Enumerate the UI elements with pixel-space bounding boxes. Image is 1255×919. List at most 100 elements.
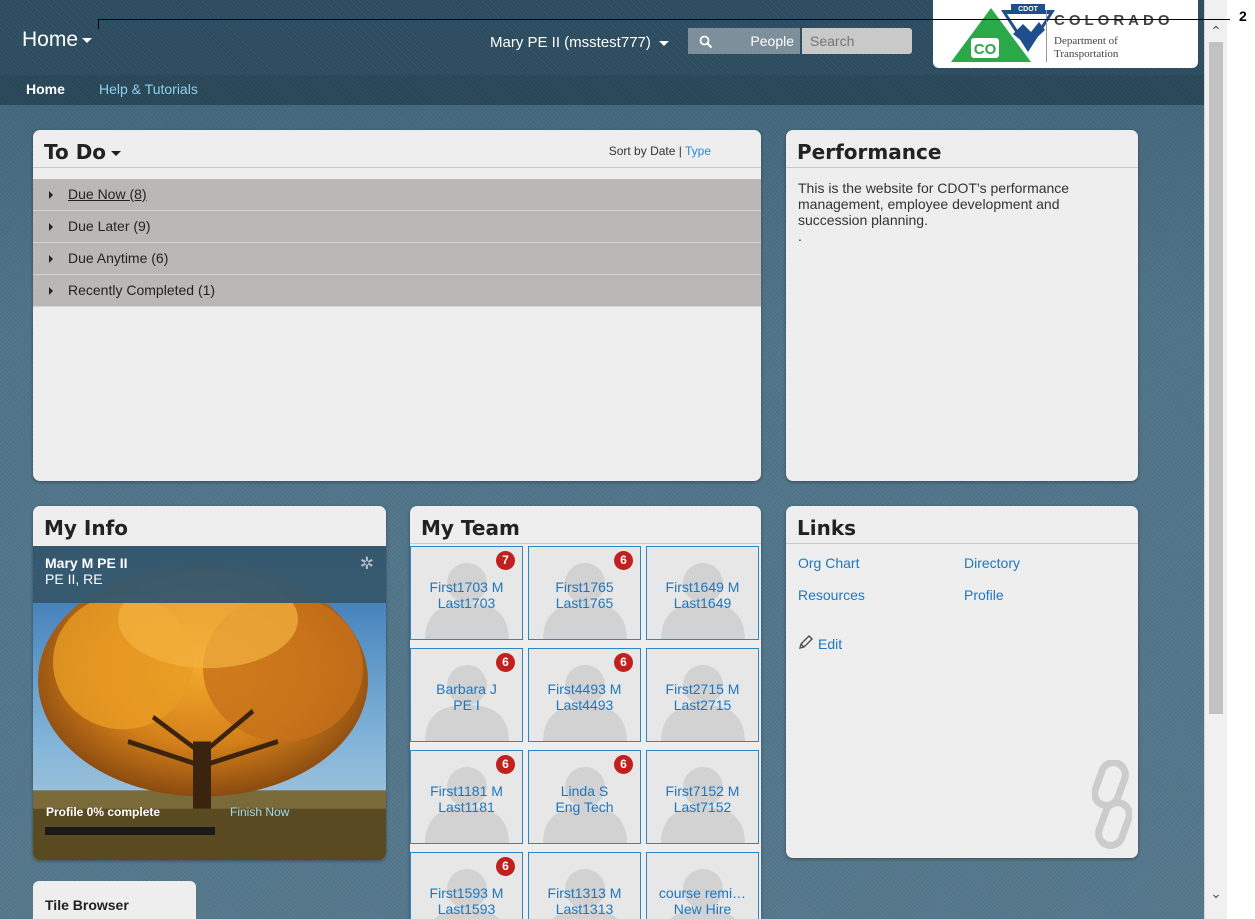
links-title: Links xyxy=(797,516,857,540)
search-button[interactable] xyxy=(688,28,724,54)
profile-name[interactable]: Mary M PE II xyxy=(45,555,127,571)
team-member-line1: course remi… xyxy=(658,885,747,901)
team-member-card[interactable]: First1765 Last1765 6 xyxy=(528,546,641,640)
team-member-line1: First1313 M xyxy=(547,885,622,901)
scroll-down-arrow-icon[interactable]: ⌄ xyxy=(1209,886,1223,900)
sort-by-type-link[interactable]: Type xyxy=(685,144,711,158)
vertical-scrollbar[interactable]: ⌃ ⌄ xyxy=(1204,0,1227,919)
my-info-tile: My Info Mary M PE II PE II, RE ✲ Profile… xyxy=(33,506,386,860)
team-member-name: First1593 M Last1593 xyxy=(411,885,522,917)
team-member-card[interactable]: First1703 M Last1703 7 xyxy=(410,546,523,640)
team-member-line2: Last1649 xyxy=(673,595,732,611)
logo-department: Department of Transportation xyxy=(1054,35,1118,61)
cdot-mountain-logo: CDOT CO xyxy=(951,4,1055,62)
performance-text: This is the website for CDOT's performan… xyxy=(798,180,1070,228)
todo-row-due-anytime[interactable]: Due Anytime (6) xyxy=(33,243,761,275)
notification-badge: 6 xyxy=(614,653,633,672)
team-member-name: First2715 M Last2715 xyxy=(647,681,758,713)
my-info-title: My Info xyxy=(44,516,129,540)
edit-links-button[interactable]: Edit xyxy=(818,636,842,652)
divider xyxy=(786,167,1138,168)
notification-badge: 6 xyxy=(496,755,515,774)
team-member-line2: Last4493 xyxy=(555,697,614,713)
todo-row-label: Due Anytime (6) xyxy=(68,250,169,266)
scroll-up-arrow-icon[interactable]: ⌃ xyxy=(1209,24,1223,38)
org-chart-link[interactable]: Org Chart xyxy=(798,555,859,571)
todo-row-due-later[interactable]: Due Later (9) xyxy=(33,211,761,243)
team-member-line2: Last7152 xyxy=(673,799,732,815)
team-member-card[interactable]: First1181 M Last1181 6 xyxy=(410,750,523,844)
team-member-card[interactable]: First1649 M Last1649 xyxy=(646,546,759,640)
team-member-card[interactable]: First1593 M Last1593 6 xyxy=(410,852,523,919)
caret-right-icon xyxy=(49,255,53,263)
team-member-line2: Last1765 xyxy=(555,595,614,611)
notification-badge: 6 xyxy=(496,857,515,876)
team-member-card[interactable]: First1313 M Last1313 xyxy=(528,852,641,919)
performance-extra: . xyxy=(798,228,802,244)
team-member-name: First1181 M Last1181 xyxy=(411,783,522,815)
team-member-card[interactable]: course remi… New Hire xyxy=(646,852,759,919)
todo-row-due-now[interactable]: Due Now (8) xyxy=(33,179,761,211)
team-member-name: First1649 M Last1649 xyxy=(647,579,758,611)
finish-now-link[interactable]: Finish Now xyxy=(230,805,289,819)
todo-row-label: Recently Completed (1) xyxy=(68,282,216,298)
team-member-name: First1313 M Last1313 xyxy=(529,885,640,917)
home-menu[interactable]: Home xyxy=(22,28,93,52)
team-member-line1: First1649 M xyxy=(665,579,740,595)
search-scope-selector[interactable]: People xyxy=(724,28,800,54)
team-member-name: Barbara J PE I xyxy=(411,681,522,713)
subnav-home-link[interactable]: Home xyxy=(26,81,65,97)
profile-completion-text: Profile 0% complete xyxy=(46,805,161,819)
pencil-icon xyxy=(798,634,814,650)
my-team-title: My Team xyxy=(421,516,520,540)
team-member-line2: Last1703 xyxy=(437,595,496,611)
team-member-line2: PE I xyxy=(453,697,480,713)
team-member-card[interactable]: First7152 M Last7152 xyxy=(646,750,759,844)
chevron-down-icon xyxy=(82,37,93,43)
chevron-down-icon xyxy=(111,151,122,156)
page-background: Home Mary PE II (msstest777) People CDOT… xyxy=(0,0,1204,919)
divider xyxy=(786,543,1138,544)
notification-badge: 6 xyxy=(496,653,515,672)
team-member-name: First1765 Last1765 xyxy=(529,579,640,611)
profile-progress-bar xyxy=(45,827,215,835)
subnav-help-link[interactable]: Help & Tutorials xyxy=(99,81,198,97)
team-member-name: course remi… New Hire xyxy=(647,885,758,917)
divider xyxy=(410,543,761,544)
team-member-line2: Eng Tech xyxy=(555,799,614,815)
search-input[interactable] xyxy=(802,28,912,54)
gear-icon[interactable]: ✲ xyxy=(360,554,374,574)
logo-divider xyxy=(1046,10,1047,62)
team-member-line2: Last1593 xyxy=(437,901,496,917)
user-menu[interactable]: Mary PE II (msstest777) xyxy=(490,34,670,51)
team-member-line1: First1181 M xyxy=(430,783,503,799)
team-member-card[interactable]: First4493 M Last4493 6 xyxy=(528,648,641,742)
logo-dept-line1: Department of xyxy=(1054,35,1118,47)
team-member-card[interactable]: First2715 M Last2715 xyxy=(646,648,759,742)
profile-link[interactable]: Profile xyxy=(964,587,1004,603)
team-member-line1: First1593 M xyxy=(429,885,504,901)
directory-link[interactable]: Directory xyxy=(964,555,1020,571)
team-member-card[interactable]: Barbara J PE I 6 xyxy=(410,648,523,742)
logo-badge-text: CDOT xyxy=(1018,6,1039,13)
todo-title[interactable]: To Do xyxy=(44,140,122,164)
logo-dept-line2: Transportation xyxy=(1054,48,1119,60)
caret-right-icon xyxy=(49,191,53,199)
todo-row-recently-completed[interactable]: Recently Completed (1) xyxy=(33,275,761,307)
team-member-line1: Barbara J xyxy=(436,681,497,697)
resources-link[interactable]: Resources xyxy=(798,587,865,603)
tile-browser-title: Tile Browser xyxy=(45,897,129,913)
scrollbar-thumb[interactable] xyxy=(1209,42,1223,714)
team-member-name: First4493 M Last4493 xyxy=(529,681,640,713)
tile-browser[interactable]: Tile Browser xyxy=(33,881,196,919)
caret-right-icon xyxy=(49,287,53,295)
team-member-line1: Linda S xyxy=(560,783,609,799)
team-member-line1: First2715 M xyxy=(665,681,740,697)
callout-tick xyxy=(98,19,99,29)
sort-by-date[interactable]: Sort by Date | xyxy=(609,144,685,158)
notification-badge: 6 xyxy=(614,551,633,570)
chevron-down-icon xyxy=(659,40,670,46)
team-member-line2: Last2715 xyxy=(673,697,732,713)
user-menu-label: Mary PE II (msstest777) xyxy=(490,34,651,51)
team-member-card[interactable]: Linda S Eng Tech 6 xyxy=(528,750,641,844)
